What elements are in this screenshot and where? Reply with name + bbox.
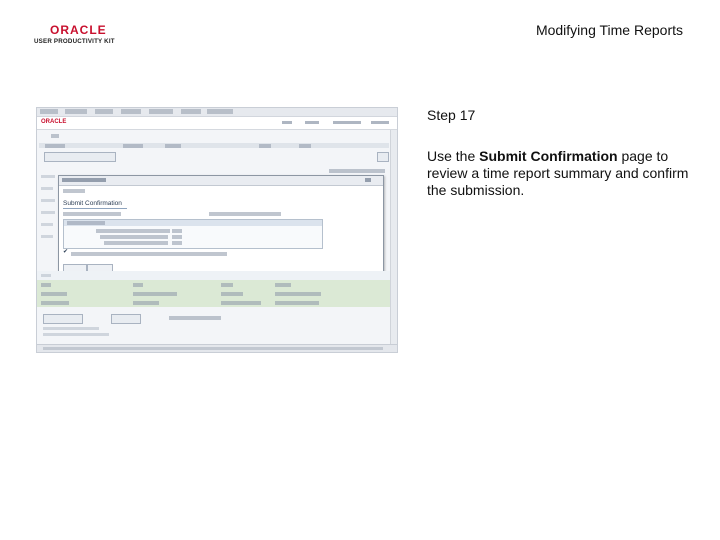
time-report-summary-box	[63, 219, 323, 249]
table-row	[37, 271, 397, 280]
attestation-check-icon: ✔	[63, 249, 69, 255]
screenshot-button	[43, 314, 83, 324]
screenshot-oracle-logo: ORACLE	[41, 119, 67, 125]
vertical-scrollbar[interactable]	[390, 130, 397, 344]
logo-oracle-text: ORACLE	[50, 23, 107, 37]
table-row	[37, 289, 397, 298]
screenshot-button	[377, 152, 389, 162]
help-icon[interactable]	[365, 178, 371, 182]
oracle-upk-logo: ORACLE USER PRODUCTIVITY KIT	[34, 23, 124, 47]
instruction-page-name: Submit Confirmation	[479, 148, 618, 164]
page-title: Modifying Time Reports	[535, 22, 683, 38]
screenshot-button	[44, 152, 116, 162]
application-screenshot: ORACLE Submit Confirmation ✔	[36, 107, 398, 353]
table-row	[37, 298, 397, 307]
screenshot-button	[111, 314, 141, 324]
step-label: Step 17	[427, 107, 476, 123]
screenshot-top-menu	[37, 108, 397, 117]
table-row	[37, 280, 397, 289]
screenshot-oracle-bar: ORACLE	[37, 117, 397, 130]
instruction-prefix: Use the	[427, 148, 480, 164]
logo-product-text: USER PRODUCTIVITY KIT	[34, 38, 115, 45]
dialog-header	[59, 176, 383, 186]
submit-confirmation-heading: Submit Confirmation	[63, 200, 122, 207]
horizontal-scrollbar[interactable]	[37, 344, 397, 352]
step-instruction: Use the Submit Confirmation page to revi…	[427, 148, 697, 199]
submit-confirmation-dialog: Submit Confirmation ✔	[58, 175, 384, 284]
